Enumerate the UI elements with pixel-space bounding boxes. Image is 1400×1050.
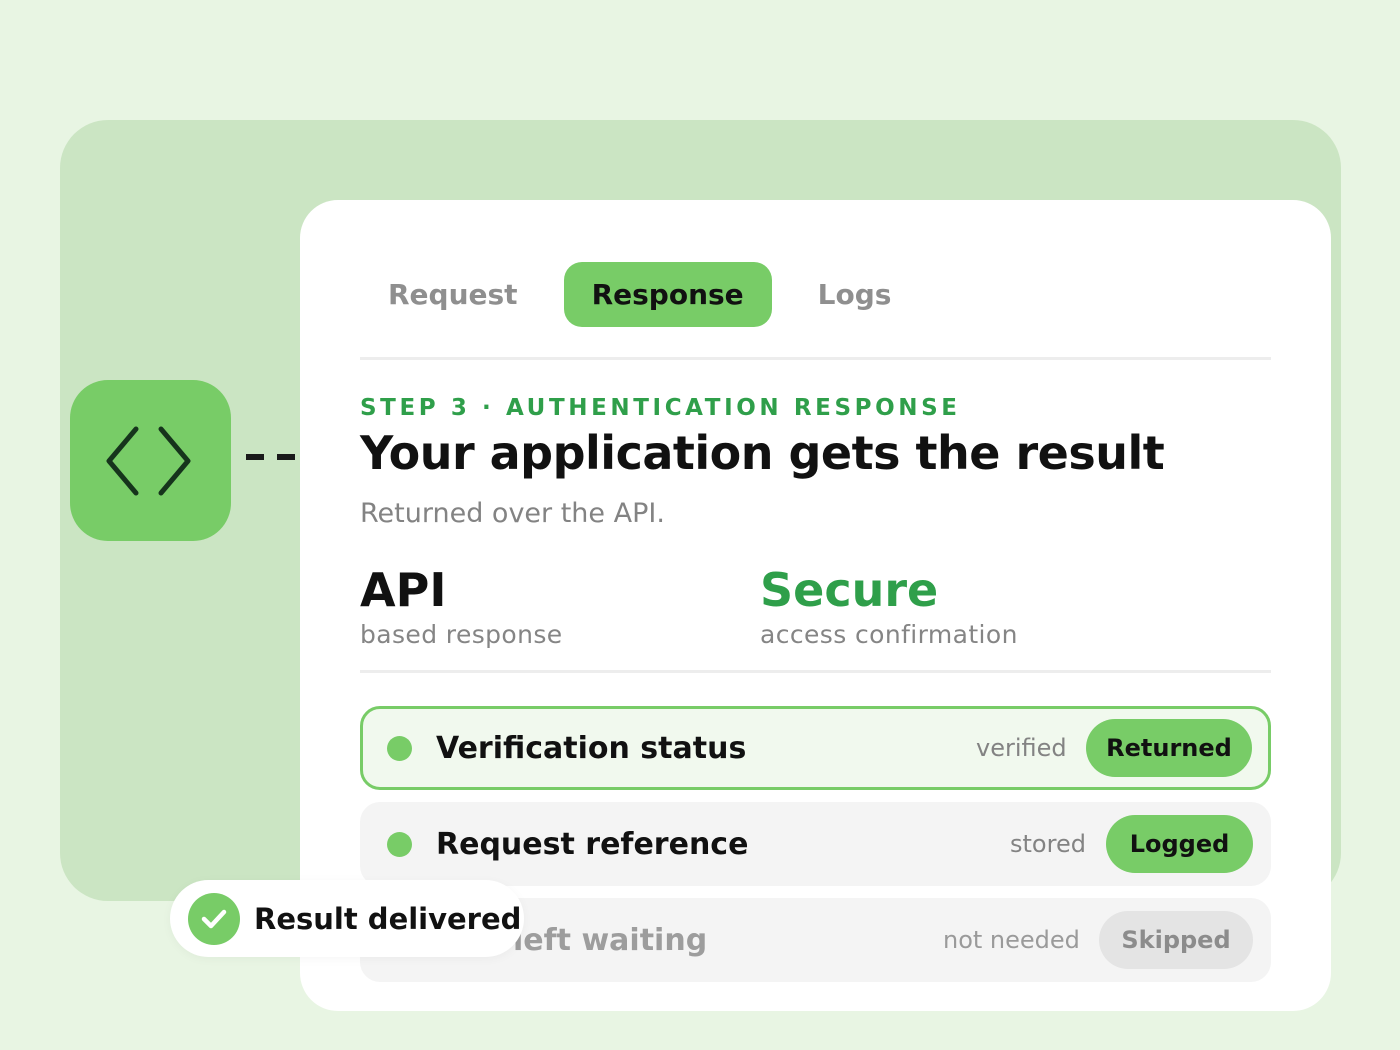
page-title: Your application gets the result [360, 426, 1165, 480]
tab-response[interactable]: Response [563, 262, 772, 327]
row-meta: not needed [943, 926, 1080, 954]
step-eyebrow: STEP 3 · AUTHENTICATION RESPONSE [360, 395, 961, 421]
tabs-divider [360, 357, 1271, 360]
tab-logs[interactable]: Logs [790, 262, 920, 327]
row-label: Request reference [436, 826, 749, 862]
row-label: left waiting [513, 922, 708, 958]
status-dot-icon [387, 832, 412, 857]
row-label: Verification status [436, 730, 747, 766]
stage: Request Response Logs STEP 3 · AUTHENTIC… [0, 0, 1400, 1050]
toast-text: Result delivered [254, 901, 522, 936]
result-row[interactable]: Verification status verified Returned [360, 706, 1271, 790]
app-tile [70, 380, 231, 541]
stat-secure: Secure access confirmation [760, 562, 1018, 649]
stats-divider [360, 670, 1271, 673]
stat-secure-value: Secure [760, 563, 939, 617]
status-badge: Skipped [1099, 911, 1253, 969]
stat-secure-caption: access confirmation [760, 620, 1018, 649]
result-delivered-toast: Result delivered [170, 880, 524, 957]
stat-api-caption: based response [360, 620, 563, 649]
code-brackets-icon [106, 426, 190, 495]
tab-bar: Request Response Logs [360, 262, 937, 327]
stat-api: API based response [360, 562, 563, 649]
row-meta: verified [976, 734, 1067, 762]
dashed-connector [246, 454, 296, 462]
status-badge: Logged [1106, 815, 1253, 873]
row-meta: stored [1010, 830, 1086, 858]
check-icon [188, 892, 240, 945]
status-dot-icon [387, 736, 412, 761]
result-row[interactable]: Request reference stored Logged [360, 802, 1271, 886]
page-subtitle: Returned over the API. [360, 498, 665, 529]
stat-api-value: API [360, 563, 447, 617]
status-badge: Returned [1086, 719, 1252, 777]
tab-request[interactable]: Request [360, 262, 546, 327]
